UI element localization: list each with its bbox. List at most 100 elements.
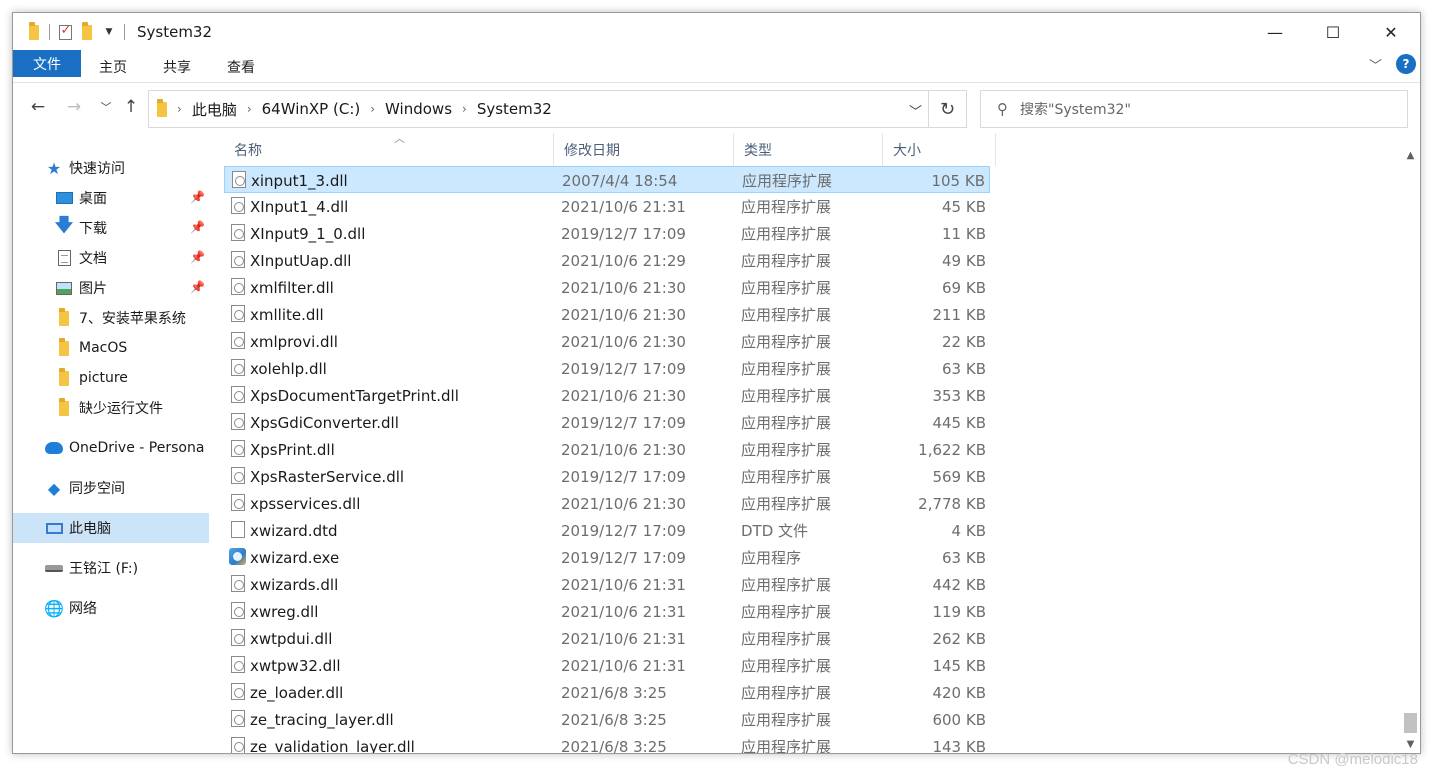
table-row[interactable]: XInput9_1_0.dll 2019/12/7 17:09 应用程序扩展 11 K… [224,220,990,247]
sidebar-item-documents[interactable]: 文档 📌 [55,243,209,273]
file-name: xolehlp.dll [250,359,327,378]
table-row[interactable]: xpsservices.dll 2021/10/6 21:30 应用程序扩展 2,77… [224,490,990,517]
close-button[interactable]: ✕ [1362,13,1420,51]
column-header-name[interactable]: 名称 [224,133,554,166]
table-row[interactable]: ze_validation_layer.dll 2021/6/8 3:25 应用程序… [224,733,990,753]
recent-locations-chevron-icon[interactable]: ﹀ [95,96,117,118]
breadcrumb-system32[interactable]: System32 [477,100,552,118]
file-name: xwtpw32.dll [250,656,341,675]
table-row[interactable]: XpsGdiConverter.dll 2019/12/7 17:09 应用程序扩展… [224,409,990,436]
customize-toolbar-chevron-icon[interactable]: ▼ [98,21,120,43]
file-name: ze_loader.dll [250,683,344,702]
sidebar-item-pictures[interactable]: 图片 📌 [55,273,209,303]
table-row[interactable]: xmlfilter.dll 2021/10/6 21:30 应用程序扩展 69 KB [224,274,990,301]
sidebar-item-sync-space[interactable]: ◆ 同步空间 [45,473,125,503]
search-input[interactable]: 搜索"System32" [1020,99,1131,119]
scrollbar-thumb[interactable] [1404,713,1417,733]
sidebar-item-picture[interactable]: picture [55,363,128,393]
pin-icon[interactable]: 📌 [190,250,205,264]
tab-file[interactable]: 文件 [13,50,81,77]
forward-arrow-icon[interactable]: → [63,96,85,118]
table-row[interactable]: xwizard.dtd 2019/12/7 17:09 DTD 文件 4 KB [224,517,990,544]
sidebar-item-missing-files[interactable]: 缺少运行文件 [55,393,163,423]
search-box[interactable]: ⚲ 搜索"System32" [980,90,1408,128]
breadcrumb-separator-icon[interactable]: › [462,102,467,116]
tab-share[interactable]: 共享 [145,53,209,81]
file-size: 22 KB [942,332,986,351]
table-row[interactable]: XpsRasterService.dll 2019/12/7 17:09 应用程序扩… [224,463,990,490]
window-title: System32 [137,23,213,41]
sidebar-item-label: 此电脑 [69,521,111,537]
tab-view[interactable]: 查看 [209,53,273,81]
navigation-bar: ← → ﹀ ↑ › 此电脑 › 64WinXP (C:) › Windows ›… [13,88,1420,128]
table-row[interactable]: xwreg.dll 2021/10/6 21:31 应用程序扩展 119 KB [224,598,990,625]
search-icon: ⚲ [997,100,1008,118]
sidebar-item-downloads[interactable]: 🡇 下载 📌 [55,213,209,243]
minimize-button[interactable]: — [1246,13,1304,51]
column-header-size[interactable]: 大小 [883,133,996,166]
dll-file-icon [231,656,245,673]
sidebar-item-label: 7、安装苹果系统 [79,311,186,327]
sidebar-item-desktop[interactable]: 桌面 📌 [55,183,209,213]
refresh-icon[interactable]: ↻ [928,91,966,127]
file-icon [231,521,245,538]
breadcrumb-separator-icon[interactable]: › [370,102,375,116]
file-type: 应用程序扩展 [741,630,832,648]
table-row[interactable]: XInput1_4.dll 2021/10/6 21:31 应用程序扩展 45 KB [224,193,990,220]
navigation-pane: ★ 快速访问 桌面 📌 🡇 下载 📌 文档 📌 图片 📌 7、安装苹果系统 Ma… [13,133,211,753]
table-row[interactable]: ze_tracing_layer.dll 2021/6/8 3:25 应用程序扩展 6… [224,706,990,733]
sidebar-item-onedrive[interactable]: OneDrive - Persona [45,433,204,463]
up-arrow-icon[interactable]: ↑ [120,96,142,118]
dll-file-icon [231,305,245,322]
scroll-up-arrow-icon[interactable]: ▲ [1402,147,1419,164]
table-row[interactable]: xwizard.exe 2019/12/7 17:09 应用程序 63 KB [224,544,990,571]
new-folder-icon[interactable] [76,21,98,43]
vertical-scrollbar[interactable]: ▲ ▼ [1402,133,1419,753]
file-date: 2021/10/6 21:31 [561,656,686,675]
breadcrumb-separator-icon[interactable]: › [247,102,252,116]
back-arrow-icon[interactable]: ← [27,96,49,118]
pin-icon[interactable]: 📌 [190,280,205,294]
table-row[interactable]: xinput1_3.dll 2007/4/4 18:54 应用程序扩展 105 KB [224,166,990,193]
file-date: 2019/12/7 17:09 [561,359,686,378]
sidebar-item-install-mac[interactable]: 7、安装苹果系统 [55,303,186,333]
file-date: 2019/12/7 17:09 [561,521,686,540]
sidebar-item-this-pc[interactable]: 此电脑 [13,513,209,543]
pin-icon[interactable]: 📌 [190,220,205,234]
breadcrumb-this-pc[interactable]: 此电脑 [192,99,237,120]
file-name: XpsDocumentTargetPrint.dll [250,386,459,405]
column-header-date[interactable]: 修改日期 [554,133,734,166]
table-row[interactable]: xmllite.dll 2021/10/6 21:30 应用程序扩展 211 KB [224,301,990,328]
breadcrumb-separator-icon[interactable]: › [177,102,182,116]
sidebar-item-macos[interactable]: MacOS [55,333,127,363]
properties-icon[interactable] [54,21,76,43]
table-row[interactable]: xmlprovi.dll 2021/10/6 21:30 应用程序扩展 22 KB [224,328,990,355]
breadcrumb-drive-c[interactable]: 64WinXP (C:) [262,100,361,118]
table-row[interactable]: ze_loader.dll 2021/6/8 3:25 应用程序扩展 420 KB [224,679,990,706]
table-row[interactable]: XInputUap.dll 2021/10/6 21:29 应用程序扩展 49 KB [224,247,990,274]
file-type: 应用程序扩展 [741,657,832,675]
drive-icon [45,559,63,577]
table-row[interactable]: xwtpdui.dll 2021/10/6 21:31 应用程序扩展 262 KB [224,625,990,652]
table-row[interactable]: XpsDocumentTargetPrint.dll 2021/10/6 21:3… [224,382,990,409]
table-row[interactable]: XpsPrint.dll 2021/10/6 21:30 应用程序扩展 1,622 K… [224,436,990,463]
column-header-type[interactable]: 类型 [734,133,883,166]
table-row[interactable]: xwizards.dll 2021/10/6 21:31 应用程序扩展 442 KB [224,571,990,598]
dll-file-icon [231,413,245,430]
onedrive-icon [45,439,63,457]
tab-home[interactable]: 主页 [81,53,145,81]
sidebar-item-network[interactable]: 🌐 网络 [44,593,97,623]
column-header-row: ︿ 名称 修改日期 类型 大小 [224,133,996,166]
address-history-chevron-icon[interactable]: ﹀ [909,101,922,120]
help-icon[interactable]: ? [1396,54,1416,74]
sidebar-item-quick-access[interactable]: ★ 快速访问 [45,153,125,183]
pin-icon[interactable]: 📌 [190,190,205,204]
dll-file-icon [231,386,245,403]
address-bar[interactable]: › 此电脑 › 64WinXP (C:) › Windows › System3… [148,90,967,128]
maximize-button[interactable]: ☐ [1304,13,1362,51]
breadcrumb-windows[interactable]: Windows [385,100,452,118]
table-row[interactable]: xolehlp.dll 2019/12/7 17:09 应用程序扩展 63 KB [224,355,990,382]
expand-ribbon-chevron-icon[interactable]: ﹀ [1369,55,1382,74]
sidebar-item-drive-f[interactable]: 王铭江 (F:) [45,553,138,583]
table-row[interactable]: xwtpw32.dll 2021/10/6 21:31 应用程序扩展 145 KB [224,652,990,679]
